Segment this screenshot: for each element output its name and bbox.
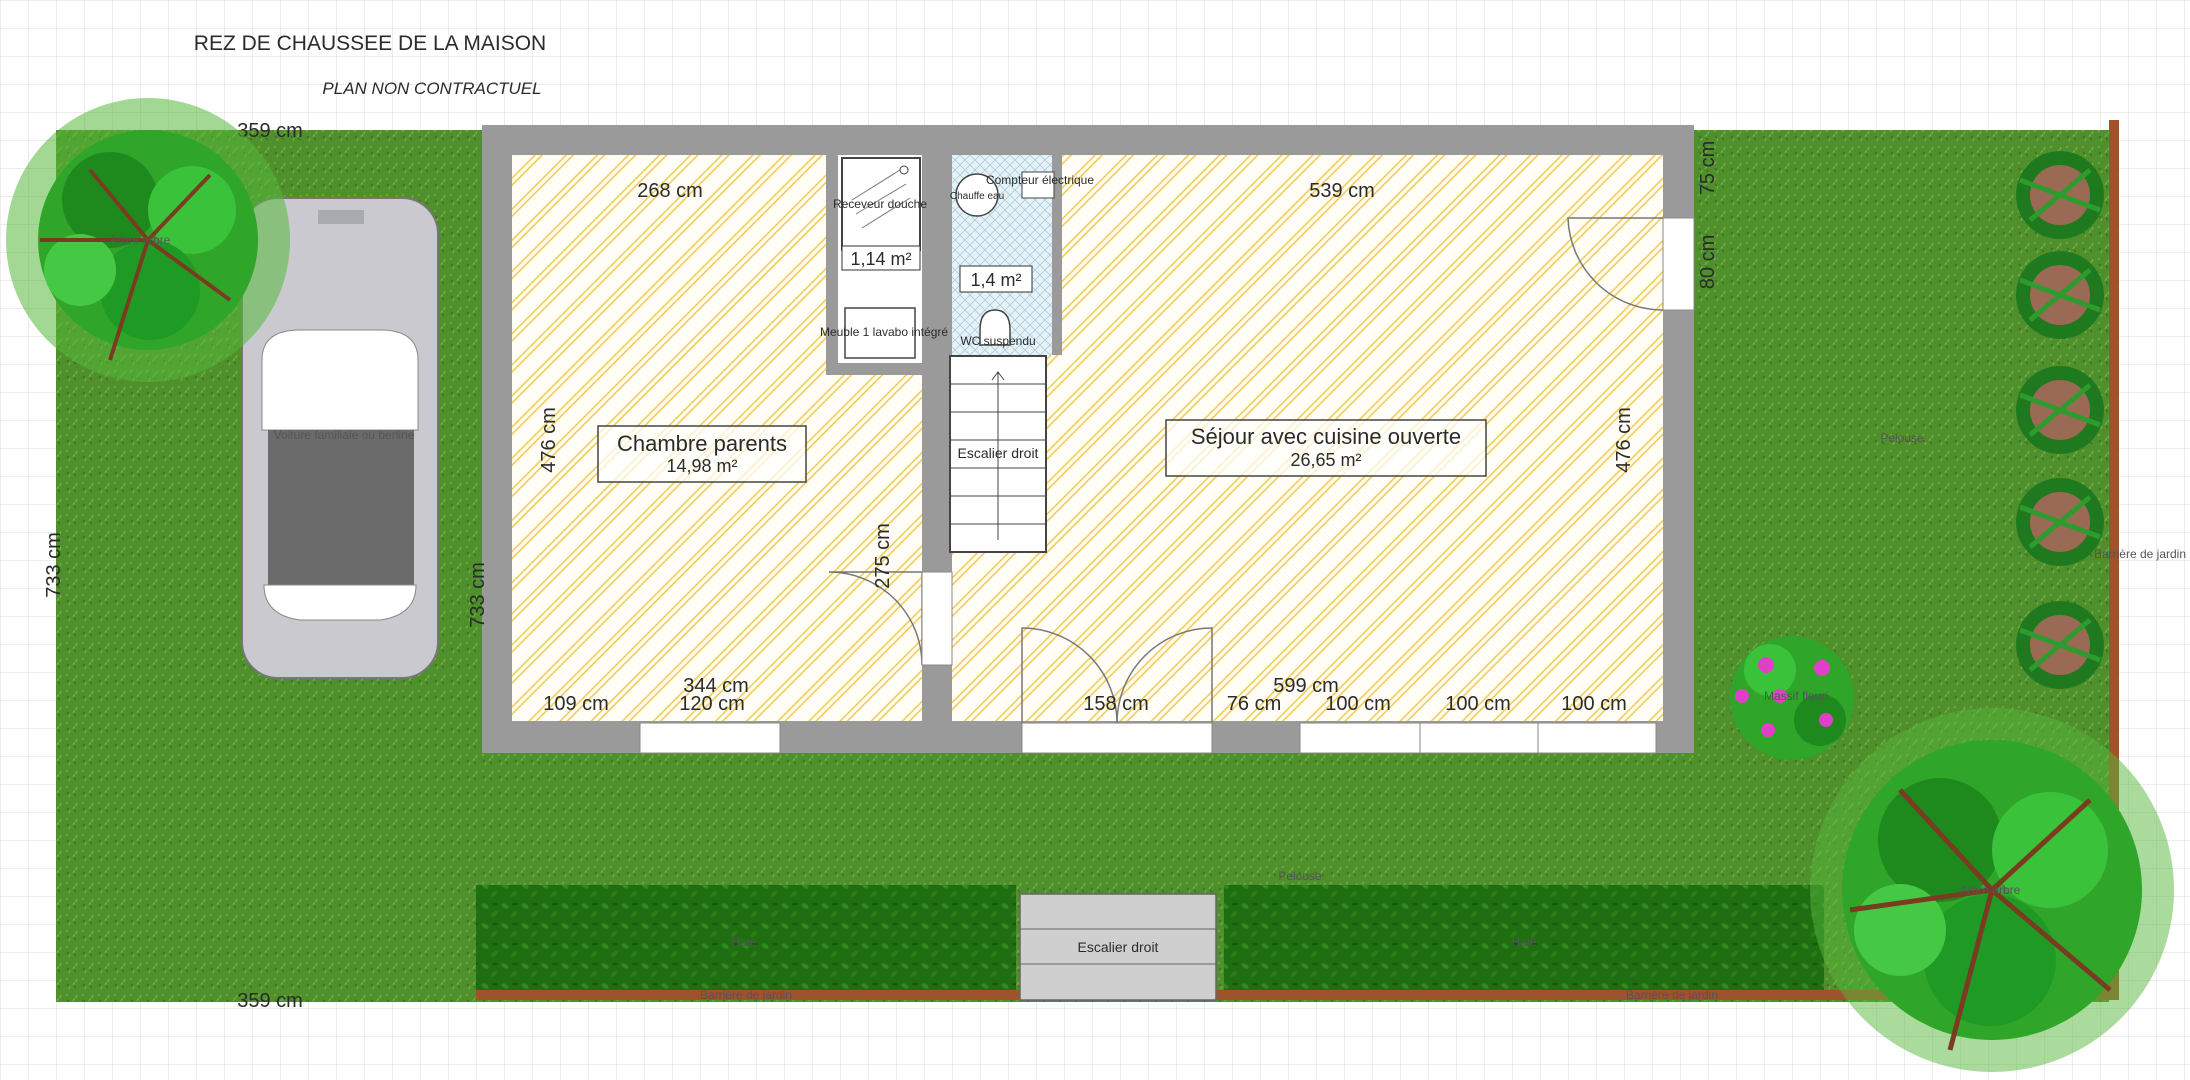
tree-label: Arbre arbre (1960, 883, 2021, 897)
room-chambre-name: Chambre parents (617, 431, 787, 456)
dim-right-w3: 100 cm (1325, 693, 1391, 715)
shrub (2016, 601, 2104, 689)
room-chambre-area: 14,98 m² (666, 456, 737, 476)
electric-meter-label: Compteur électrique (986, 173, 1094, 187)
shrub (2016, 251, 2104, 339)
water-heater-label: Chauffe eau (950, 191, 1004, 202)
dim-chambre-height: 476 cm (538, 407, 560, 473)
interior-staircase-label: Escalier droit (958, 445, 1039, 461)
wc-area: 1,4 m² (970, 270, 1021, 290)
shower-area: 1,14 m² (850, 249, 911, 269)
lawn-label: Pelouse (1278, 869, 1322, 883)
room-sejour-area: 26,65 m² (1290, 450, 1361, 470)
hedge-label: Haie (732, 935, 757, 949)
dim-right-top: 75 cm (1697, 141, 1719, 195)
shower-label: Receveur douche (833, 197, 927, 211)
dim-car-bottom: 359 cm (237, 990, 303, 1012)
tree-label: Arbre arbre (110, 233, 171, 247)
dim-right-w2: 76 cm (1227, 693, 1281, 715)
dim-chambre-width: 268 cm (637, 180, 703, 202)
flower-bed: Massif fleuri (1730, 636, 1854, 760)
shrub (2016, 151, 2104, 239)
page-subtitle: PLAN NON CONTRACTUEL (322, 79, 541, 98)
tree-bottom-right: Arbre arbre (1810, 708, 2174, 1072)
dim-left-w1: 109 cm (543, 693, 609, 715)
lawn-label: Pelouse (1880, 431, 1924, 445)
toilet-label: WC suspendu (960, 334, 1035, 348)
interior-staircase: Escalier droit (949, 355, 1047, 553)
floor-plan: REZ DE CHAUSSEE DE LA MAISON PLAN NON CO… (0, 0, 2190, 1080)
shrub (2016, 366, 2104, 454)
dim-house-side: 733 cm (467, 562, 489, 628)
fence-label: Barrière de jardin (1626, 988, 1718, 1002)
door-bottom (1021, 722, 1213, 754)
shrub (2016, 478, 2104, 566)
dim-sejour-width: 539 cm (1309, 180, 1375, 202)
tree-top-left: Arbre arbre (6, 98, 290, 382)
window-bottom (639, 722, 781, 754)
hedge-label: Haie (1512, 935, 1537, 949)
dim-door-height: 275 cm (872, 523, 894, 589)
dim-right-w1: 158 cm (1083, 693, 1149, 715)
room-sejour-name: Séjour avec cuisine ouverte (1191, 424, 1461, 449)
window-right (1662, 217, 1695, 311)
window-bottom (1299, 722, 1657, 754)
page-title: REZ DE CHAUSSEE DE LA MAISON (194, 32, 546, 55)
dim-sejour-height: 476 cm (1613, 407, 1635, 473)
car-label: Voiture familiale ou berline (274, 428, 415, 442)
sink-label: Meuble 1 lavabo intégré (820, 325, 948, 339)
fence-label: Barrière de jardin (700, 988, 792, 1002)
exterior-staircase-label: Escalier droit (1078, 939, 1159, 955)
dim-right-w5: 100 cm (1561, 693, 1627, 715)
dim-left-w2: 120 cm (679, 693, 745, 715)
exterior-staircase: Escalier droit (1019, 893, 1217, 1001)
fence-label: Barrière de jardin (2094, 547, 2186, 561)
dim-right-w4: 100 cm (1445, 693, 1511, 715)
flower-bed-label: Massif fleuri (1764, 689, 1828, 703)
dim-right-window: 80 cm (1697, 235, 1719, 289)
dim-lot-height: 733 cm (43, 532, 65, 598)
